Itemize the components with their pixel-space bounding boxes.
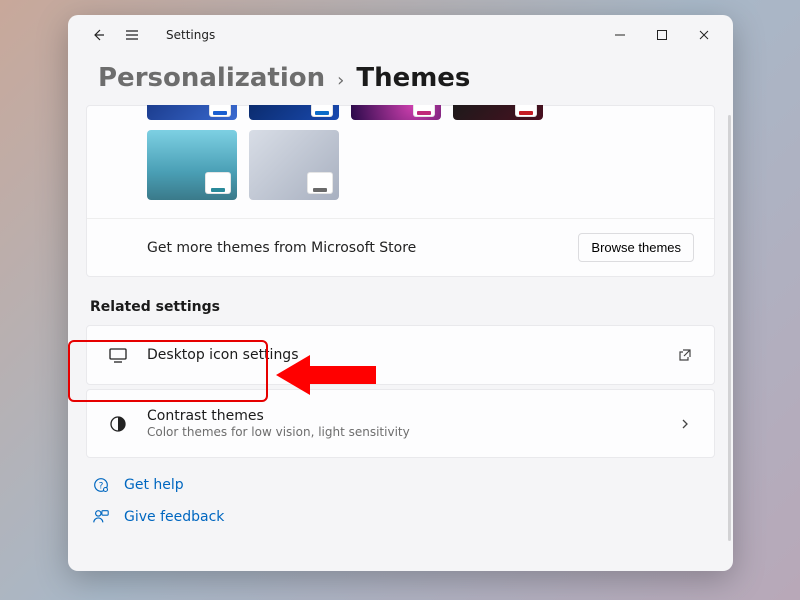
contrast-themes-row[interactable]: Contrast themesColor themes for low visi…	[87, 390, 714, 457]
theme-tile[interactable]	[453, 105, 543, 120]
get-help-link[interactable]: ? Get help	[90, 474, 715, 496]
minimize-button[interactable]	[599, 20, 641, 50]
breadcrumb-parent[interactable]: Personalization	[98, 63, 325, 93]
setting-title: Desktop icon settings	[147, 347, 658, 363]
chevron-right-icon	[676, 415, 694, 433]
setting-subtitle: Color themes for low vision, light sensi…	[147, 425, 658, 439]
theme-tile[interactable]	[249, 130, 339, 200]
contrast-icon	[107, 413, 129, 435]
store-text: Get more themes from Microsoft Store	[147, 240, 416, 256]
svg-text:?: ?	[99, 482, 104, 492]
content-area: Get more themes from Microsoft Store Bro…	[68, 105, 733, 571]
breadcrumb-current: Themes	[356, 63, 470, 93]
theme-row	[87, 130, 714, 218]
chevron-right-icon: ›	[337, 70, 344, 91]
titlebar: Settings	[68, 15, 733, 55]
browse-themes-button[interactable]: Browse themes	[578, 233, 694, 262]
theme-tile[interactable]	[147, 130, 237, 200]
close-button[interactable]	[683, 20, 725, 50]
bottom-links: ? Get help Give feedback	[86, 474, 715, 528]
open-external-icon	[676, 346, 694, 364]
theme-tile[interactable]	[147, 105, 237, 120]
related-settings-heading: Related settings	[90, 299, 715, 315]
theme-tile[interactable]	[249, 105, 339, 120]
themes-card: Get more themes from Microsoft Store Bro…	[86, 105, 715, 277]
scrollbar[interactable]	[728, 115, 731, 541]
help-icon: ?	[90, 474, 112, 496]
hamburger-menu-button[interactable]	[122, 25, 142, 45]
breadcrumb: Personalization › Themes	[68, 55, 733, 105]
desktop-icon	[107, 344, 129, 366]
theme-row	[87, 105, 714, 120]
feedback-icon	[90, 506, 112, 528]
theme-tile[interactable]	[351, 105, 441, 120]
help-link-text: Get help	[124, 477, 184, 493]
setting-title: Contrast themes	[147, 408, 658, 424]
app-title: Settings	[166, 28, 215, 42]
maximize-button[interactable]	[641, 20, 683, 50]
back-button[interactable]	[88, 25, 108, 45]
give-feedback-link[interactable]: Give feedback	[90, 506, 715, 528]
store-row: Get more themes from Microsoft Store Bro…	[87, 218, 714, 276]
feedback-link-text: Give feedback	[124, 509, 224, 525]
desktop-icon-settings-row[interactable]: Desktop icon settings	[87, 326, 714, 384]
settings-window: Settings Personalization › Themes Get mo…	[68, 15, 733, 571]
